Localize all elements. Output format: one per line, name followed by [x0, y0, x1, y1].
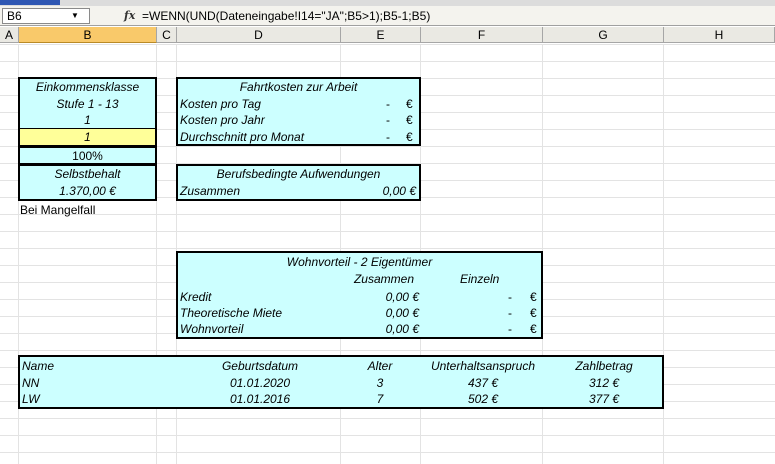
zusammen-value[interactable]: 0,00 €: [318, 183, 416, 199]
stufe-value[interactable]: 1: [20, 112, 155, 128]
table-header-zahlbetrag: Zahlbetrag: [575, 359, 633, 373]
kosten-tag-label: Kosten pro Tag: [180, 97, 261, 111]
column-header-d[interactable]: D: [177, 27, 341, 43]
table-header-unterhaltsanspruch: Unterhaltsanspruch: [430, 359, 536, 373]
chevron-down-icon[interactable]: ▼: [68, 9, 82, 23]
table-cell-geburtsdatum[interactable]: 01.01.2020: [200, 375, 320, 391]
durchschnitt-monat-currency: €: [406, 130, 413, 144]
fahrtkosten-title: Fahrtkosten zur Arbeit: [239, 80, 358, 94]
table-cell-unterhaltsanspruch[interactable]: 502 €: [420, 391, 546, 407]
einkommensklasse-title: Einkommensklasse: [35, 80, 140, 94]
selbstbehalt-label: Selbstbehalt: [54, 167, 121, 181]
stufe-label: Stufe 1 - 13: [56, 97, 119, 111]
wohnvorteil-box: Wohnvorteil - 2 Eigentümer Zusammen Einz…: [176, 251, 543, 339]
theoretische-miete-einzeln-dash[interactable]: -: [508, 305, 512, 321]
kosten-tag-currency: €: [406, 97, 413, 111]
wohnvorteil-label: Wohnvorteil: [180, 322, 244, 336]
selbstbehalt-value[interactable]: 1.370,00 €: [20, 183, 155, 199]
einkommensklasse-box: Einkommensklasse Stufe 1 - 13 1 1: [18, 77, 157, 146]
table-cell-unterhaltsanspruch[interactable]: 437 €: [420, 375, 546, 391]
column-header-g[interactable]: G: [543, 27, 664, 43]
table-cell-zahlbetrag[interactable]: 312 €: [544, 375, 664, 391]
title-strip-accent: [0, 0, 60, 5]
table-header-geburtsdatum: Geburtsdatum: [221, 359, 299, 373]
theoretische-miete-label: Theoretische Miete: [180, 306, 283, 320]
kosten-tag-dash[interactable]: -: [386, 96, 390, 112]
durchschnitt-monat-label: Durchschnitt pro Monat: [180, 130, 305, 144]
column-header-b[interactable]: B: [19, 27, 157, 43]
table-header-alter: Alter: [367, 359, 393, 373]
wohnvorteil-einzeln-currency: €: [530, 322, 537, 336]
zusammen-column-header: Zusammen: [353, 272, 414, 286]
formula-input[interactable]: =WENN(UND(Dateneingabe!I14="JA";B5>1);B5…: [142, 7, 772, 25]
selbstbehalt-box: Selbstbehalt 1.370,00 €: [18, 164, 157, 201]
fahrtkosten-box: Fahrtkosten zur Arbeit Kosten pro Tag - …: [176, 77, 421, 146]
column-header-e[interactable]: E: [341, 27, 421, 43]
kosten-jahr-label: Kosten pro Jahr: [180, 113, 265, 127]
kredit-label: Kredit: [180, 290, 212, 304]
durchschnitt-monat-dash[interactable]: -: [386, 129, 390, 145]
zusammen-label: Zusammen: [180, 184, 241, 198]
mangelfall-label: Bei Mangelfall: [20, 203, 96, 217]
kredit-einzeln-currency: €: [530, 290, 537, 304]
kosten-jahr-dash[interactable]: -: [386, 112, 390, 128]
table-cell-name[interactable]: LW: [22, 391, 40, 407]
table-cell-alter[interactable]: 7: [350, 391, 410, 407]
kredit-einzeln-dash[interactable]: -: [508, 289, 512, 305]
column-header-h[interactable]: H: [664, 27, 775, 43]
kosten-jahr-currency: €: [406, 113, 413, 127]
table-cell-geburtsdatum[interactable]: 01.01.2016: [200, 391, 320, 407]
wohnvorteil-einzeln-dash[interactable]: -: [508, 321, 512, 337]
theoretische-miete-einzeln-currency: €: [530, 306, 537, 320]
wohnvorteil-title: Wohnvorteil - 2 Eigentümer: [286, 255, 433, 269]
theoretische-miete-zusammen[interactable]: 0,00 €: [318, 305, 419, 321]
percent-box: 100%: [18, 146, 157, 165]
einzeln-column-header: Einzeln: [460, 272, 500, 286]
kredit-zusammen[interactable]: 0,00 €: [318, 289, 419, 305]
table-cell-zahlbetrag[interactable]: 377 €: [544, 391, 664, 407]
column-header-f[interactable]: F: [421, 27, 543, 43]
table-cell-alter[interactable]: 3: [350, 375, 410, 391]
table-cell-name[interactable]: NN: [22, 375, 39, 391]
table-header-name: Name: [22, 359, 55, 373]
berufsbedingte-box: Berufsbedingte Aufwendungen Zusammen 0,0…: [176, 164, 421, 201]
column-header-c[interactable]: C: [157, 27, 177, 43]
berufsbedingte-title: Berufsbedingte Aufwendungen: [216, 167, 381, 181]
percent-value[interactable]: 100%: [20, 148, 155, 164]
kinder-table: Name Geburtsdatum Alter Unterhaltsanspru…: [18, 355, 664, 409]
stufe-adjusted-value[interactable]: 1: [20, 129, 155, 145]
function-icon[interactable]: fx: [124, 8, 140, 24]
wohnvorteil-zusammen[interactable]: 0,00 €: [318, 321, 419, 337]
column-header-a[interactable]: A: [0, 27, 19, 43]
